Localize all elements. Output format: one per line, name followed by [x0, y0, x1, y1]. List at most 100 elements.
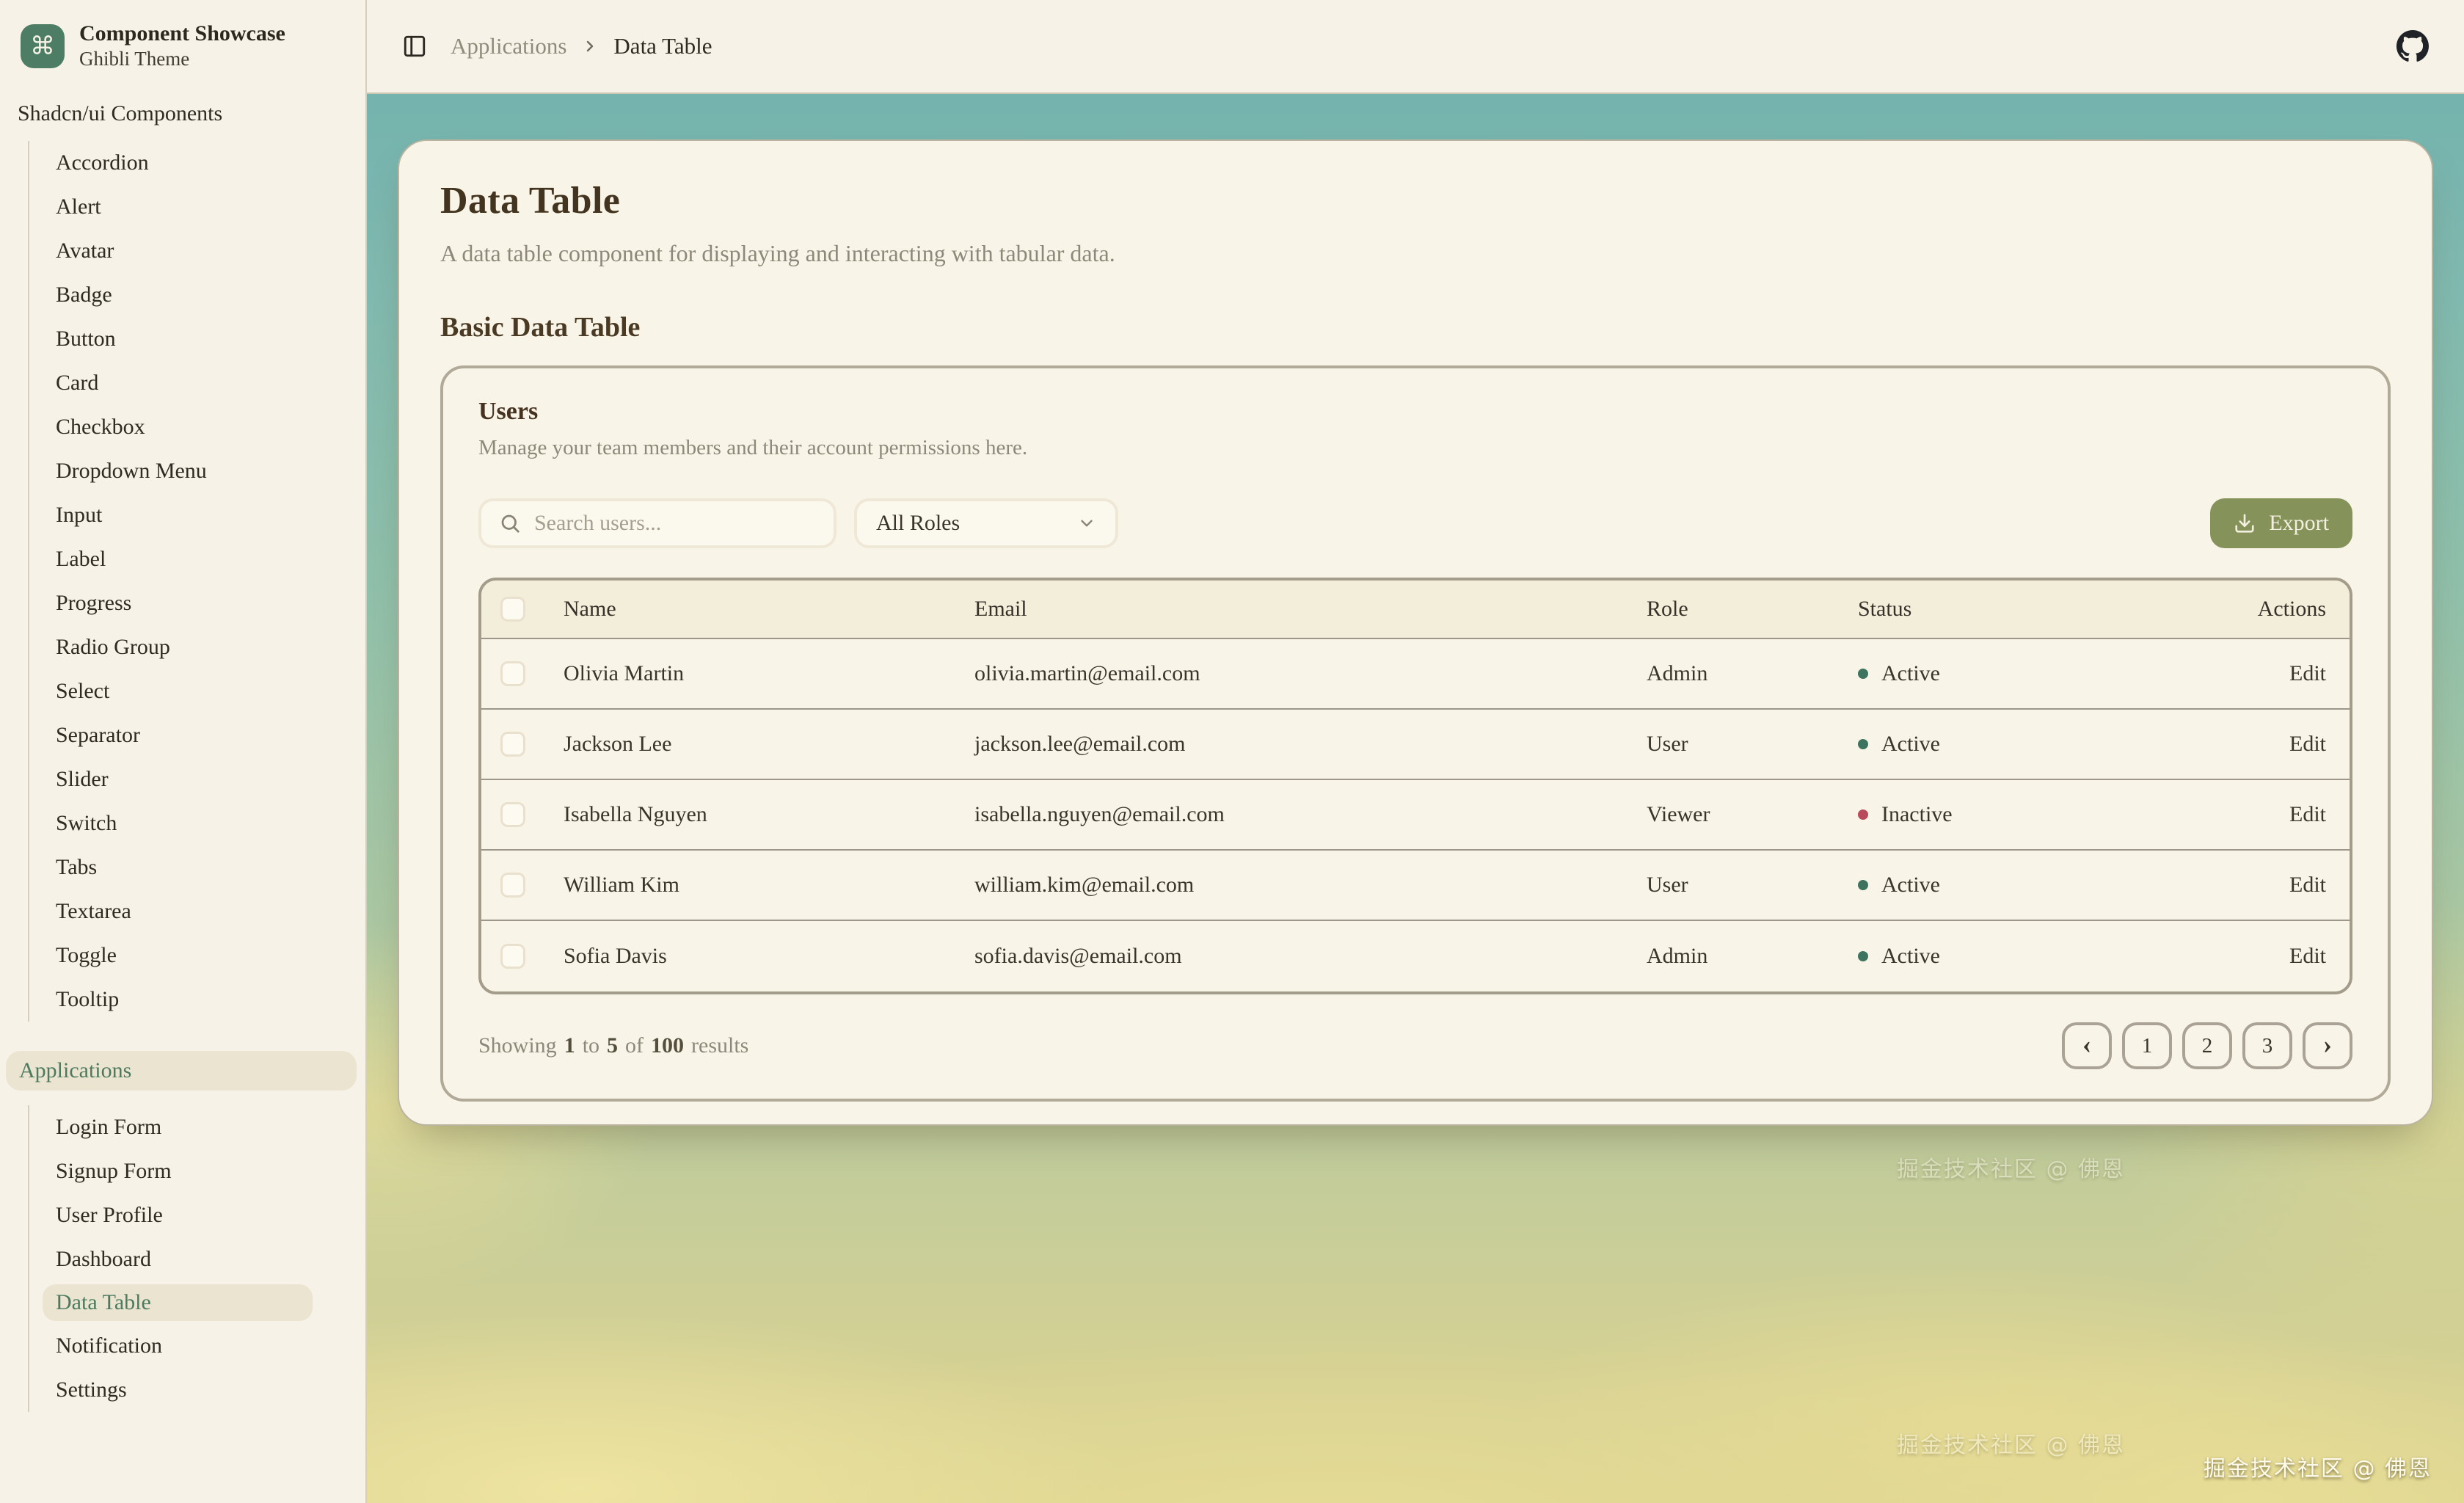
sidebar-item-application[interactable]: User Profile — [56, 1193, 365, 1237]
table-row: Isabella Nguyen isabella.nguyen@email.co… — [481, 780, 2350, 851]
github-link[interactable] — [2396, 30, 2429, 62]
sidebar-item-label: Label — [56, 547, 106, 571]
summary-of-word: of — [625, 1033, 644, 1058]
edit-action-link[interactable]: Edit — [2289, 732, 2326, 756]
sidebar-item-component[interactable]: Separator — [56, 713, 365, 757]
breadcrumb-parent[interactable]: Applications — [451, 33, 566, 59]
sidebar-item-component[interactable]: Toggle — [56, 934, 365, 978]
sidebar-item-label: Signup Form — [56, 1159, 172, 1183]
row-checkbox[interactable] — [500, 873, 525, 898]
row-checkbox[interactable] — [500, 944, 525, 969]
sidebar-item-application[interactable]: Settings — [56, 1368, 365, 1412]
sidebar-item-component[interactable]: Tabs — [56, 845, 365, 889]
export-button[interactable]: Export — [2210, 498, 2352, 548]
section-title: Basic Data Table — [440, 311, 2391, 343]
sidebar-item-label: Button — [56, 327, 116, 351]
cell-status: Active — [1858, 944, 2197, 969]
status-label: Inactive — [1881, 802, 1953, 827]
cell-role: User — [1647, 732, 1858, 757]
row-checkbox[interactable] — [500, 802, 525, 827]
sidebar-item-component[interactable]: Checkbox — [56, 405, 365, 449]
column-header-email: Email — [974, 597, 1647, 622]
pagination-button[interactable]: › — [2303, 1022, 2352, 1069]
pagination-button[interactable]: 1 — [2122, 1022, 2172, 1069]
summary-to: 5 — [607, 1033, 618, 1058]
github-icon — [2396, 30, 2429, 62]
cell-name: Olivia Martin — [564, 661, 974, 686]
sidebar-item-component[interactable]: Textarea — [56, 889, 365, 934]
status-dot — [1858, 880, 1868, 890]
sidebar-item-application[interactable]: Signup Form — [56, 1149, 365, 1193]
edit-action-link[interactable]: Edit — [2289, 661, 2326, 685]
sidebar-item-component[interactable]: Progress — [56, 581, 365, 625]
summary-to-word: to — [583, 1033, 599, 1058]
pagination-button[interactable]: ‹ — [2062, 1022, 2112, 1069]
status-label: Active — [1881, 944, 1940, 969]
cell-name: Isabella Nguyen — [564, 802, 974, 827]
sidebar-item-label: Tooltip — [56, 987, 119, 1011]
app-title: Component Showcase — [79, 21, 285, 47]
sidebar-item-component[interactable]: Avatar — [56, 229, 365, 273]
cell-status: Active — [1858, 661, 2197, 686]
table-row: Olivia Martin olivia.martin@email.com Ad… — [481, 639, 2350, 710]
status-dot — [1858, 669, 1868, 679]
sidebar-item-component[interactable]: Radio Group — [56, 625, 365, 669]
column-header-status: Status — [1858, 597, 2197, 622]
download-icon — [2234, 512, 2256, 534]
topbar: Applications Data Table — [367, 0, 2464, 94]
pagination: ‹ 1 2 3 › — [2062, 1022, 2352, 1069]
sidebar-item-component[interactable]: Slider — [56, 757, 365, 801]
sidebar-item-application[interactable]: Dashboard — [56, 1237, 365, 1281]
sidebar-item-component[interactable]: Badge — [56, 273, 365, 317]
sidebar-item-component[interactable]: Tooltip — [56, 978, 365, 1022]
sidebar-item-component[interactable]: Select — [56, 669, 365, 713]
column-header-name: Name — [564, 597, 974, 622]
edit-action-link[interactable]: Edit — [2289, 802, 2326, 826]
sidebar-item-label: Progress — [56, 591, 131, 615]
row-checkbox[interactable] — [500, 661, 525, 686]
pagination-button-label: 2 — [2202, 1034, 2213, 1058]
users-card-title: Users — [478, 398, 2352, 426]
cell-email: sofia.davis@email.com — [974, 944, 1647, 969]
applications-nav-list: Login Form Signup Form User Profile Dash… — [28, 1105, 365, 1412]
panel-left-icon — [402, 34, 427, 59]
row-checkbox[interactable] — [500, 732, 525, 757]
select-all-checkbox[interactable] — [500, 597, 525, 622]
sidebar-item-component[interactable]: Alert — [56, 185, 365, 229]
sidebar-item-component[interactable]: Dropdown Menu — [56, 449, 365, 493]
cell-email: isabella.nguyen@email.com — [974, 802, 1647, 827]
edit-action-link[interactable]: Edit — [2289, 873, 2326, 897]
sidebar-item-label: Settings — [56, 1378, 127, 1402]
search-users-field[interactable] — [478, 498, 836, 548]
sidebar-item-application[interactable]: Data Table — [43, 1284, 313, 1321]
sidebar-item-component[interactable]: Label — [56, 537, 365, 581]
cell-email: jackson.lee@email.com — [974, 732, 1647, 757]
sidebar-item-label: Alert — [56, 194, 101, 219]
role-filter-select[interactable]: All Roles — [854, 498, 1118, 548]
cell-role: Viewer — [1647, 802, 1858, 827]
pagination-button[interactable]: 2 — [2182, 1022, 2232, 1069]
sidebar-item-component[interactable]: Card — [56, 361, 365, 405]
cell-status: Active — [1858, 873, 2197, 898]
search-input[interactable] — [534, 511, 816, 536]
sidebar-item-application[interactable]: Login Form — [56, 1105, 365, 1149]
sidebar-item-component[interactable]: Switch — [56, 801, 365, 845]
breadcrumb-current: Data Table — [613, 33, 712, 59]
pagination-button[interactable]: 3 — [2242, 1022, 2292, 1069]
components-group-label: Shadcn/ui Components — [0, 101, 365, 126]
sidebar-section-applications[interactable]: Applications — [6, 1051, 357, 1091]
sidebar-item-label: Dropdown Menu — [56, 459, 207, 483]
role-filter-value: All Roles — [876, 511, 960, 536]
watermark-text: 掘金技术社区 @ 佛恩 — [2204, 1450, 2432, 1482]
sidebar-item-application[interactable]: Notification — [56, 1324, 365, 1368]
results-summary: Showing 1 to 5 of 100 results — [478, 1033, 748, 1058]
status-label: Active — [1881, 873, 1940, 898]
sidebar-item-component[interactable]: Accordion — [56, 141, 365, 185]
export-button-label: Export — [2269, 511, 2329, 536]
sidebar-toggle-button[interactable] — [402, 34, 427, 59]
edit-action-link[interactable]: Edit — [2289, 944, 2326, 968]
sidebar-item-component[interactable]: Button — [56, 317, 365, 361]
sidebar-item-component[interactable]: Input — [56, 493, 365, 537]
sidebar-item-label: Radio Group — [56, 635, 170, 659]
app-window: ⌘ Component Showcase Ghibli Theme Shadcn… — [0, 0, 2464, 1503]
